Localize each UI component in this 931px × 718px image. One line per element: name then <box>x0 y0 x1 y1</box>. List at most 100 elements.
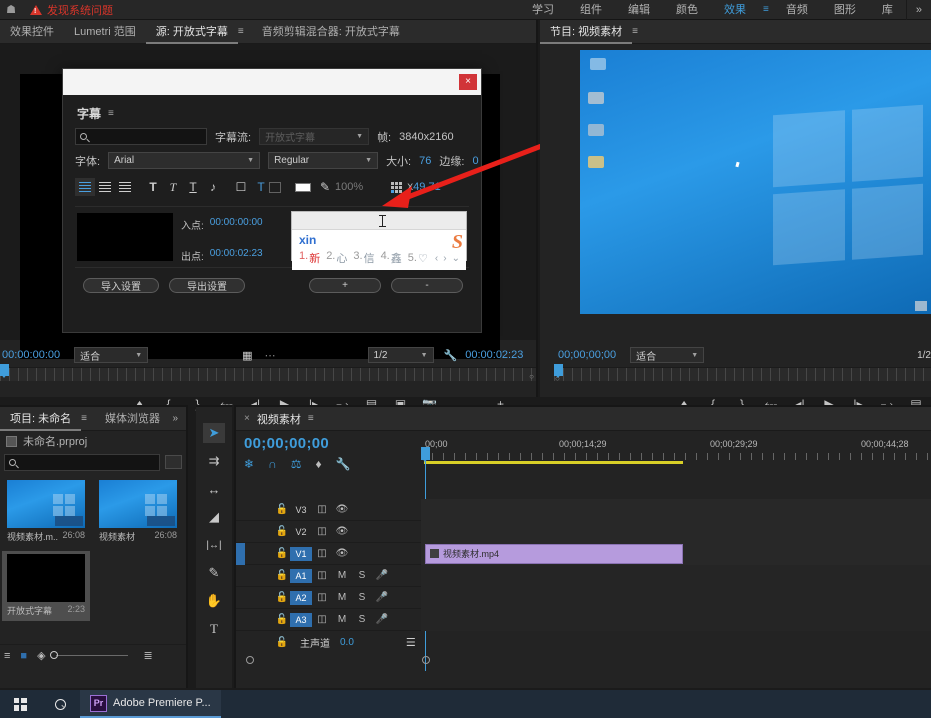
program-zoom-value[interactable]: 1/2 <box>917 350 931 361</box>
caption-text-editor[interactable]: S xin 1. 新 2. 心 <box>291 211 467 261</box>
workspace-menu-icon[interactable]: ≡ <box>759 4 773 15</box>
system-warning[interactable]: 发现系统问题 <box>30 2 113 18</box>
ime-prev-page-icon[interactable]: ‹ <box>435 253 438 264</box>
track-name-a2[interactable]: A2 <box>290 591 312 605</box>
workspace-tab-xuexi[interactable]: 学习 <box>519 0 567 20</box>
list-view-icon[interactable]: ≡ <box>4 650 10 662</box>
out-point-time[interactable]: 00:00:02:23 <box>210 248 263 263</box>
ime-candidate-2[interactable]: 2. 心 <box>326 250 347 266</box>
remove-caption-button[interactable]: - <box>391 278 463 293</box>
track-header-a1[interactable]: 🔓 A1 ◫ M S 🎤 <box>236 565 421 587</box>
drag-handle-icon[interactable]: ⋯ <box>265 349 276 362</box>
align-right-icon[interactable] <box>115 178 135 196</box>
workspace-tab-yinpin[interactable]: 音频 <box>773 0 821 20</box>
track-body-v3[interactable] <box>421 499 931 521</box>
caption-search-input[interactable] <box>75 128 207 145</box>
type-tool[interactable]: T <box>203 619 225 639</box>
zoom-slider[interactable] <box>56 655 128 656</box>
program-scroll-knob[interactable]: ○ <box>555 374 560 383</box>
sync-lock-icon[interactable]: ◫ <box>312 504 332 515</box>
track-header-v1[interactable]: 🔓 V1 ◫ 👁 <box>236 543 421 565</box>
timeline-menu-icon[interactable]: ≡ <box>308 413 322 424</box>
freeform-view-icon[interactable]: ◈ <box>37 649 45 662</box>
marker-icon[interactable]: ♦ <box>315 457 321 471</box>
work-area-bar[interactable] <box>424 461 683 464</box>
snap-icon[interactable]: ∩ <box>268 457 277 471</box>
master-meter-icon[interactable]: ☰ <box>406 636 416 649</box>
project-overflow-icon[interactable]: » <box>172 413 186 424</box>
caption-panel-menu-icon[interactable]: ≡ <box>108 108 114 119</box>
track-body-a2[interactable] <box>421 587 931 609</box>
wrench-icon[interactable]: 🔧 <box>444 349 458 362</box>
lock-icon[interactable]: 🔓 <box>274 592 290 603</box>
caption-clip-thumbnail[interactable] <box>77 213 173 261</box>
master-track-value[interactable]: 0.0 <box>340 637 354 648</box>
workspace-tab-bianji[interactable]: 编辑 <box>615 0 663 20</box>
search-icon[interactable] <box>40 699 80 710</box>
track-select-tool[interactable]: ⇉ <box>203 451 225 471</box>
track-body-a1[interactable] <box>421 565 931 587</box>
tab-effect-controls[interactable]: 效果控件 <box>0 20 64 44</box>
close-icon[interactable]: × <box>244 413 250 424</box>
source-panel-menu-icon[interactable]: ≡ <box>238 26 252 37</box>
program-video-area[interactable] <box>580 50 931 314</box>
voiceover-icon[interactable]: 🎤 <box>372 592 392 603</box>
tab-lumetri-scopes[interactable]: Lumetri 范围 <box>64 20 146 44</box>
eyedropper-icon[interactable]: ✎ <box>315 178 335 196</box>
ime-candidate-1[interactable]: 1. 新 <box>299 250 320 266</box>
track-body-a3[interactable] <box>421 609 931 631</box>
project-search-input[interactable] <box>4 454 160 471</box>
align-center-icon[interactable] <box>95 178 115 196</box>
position-value[interactable]: 49.71 <box>413 181 441 193</box>
lock-icon[interactable]: 🔓 <box>274 548 290 559</box>
solo-icon[interactable]: S <box>352 570 372 581</box>
mute-icon[interactable]: M <box>332 592 352 603</box>
lock-icon[interactable]: 🔓 <box>274 504 290 515</box>
underline-icon[interactable]: T <box>183 178 203 196</box>
track-name-v3[interactable]: V3 <box>290 503 312 517</box>
sync-lock-icon[interactable]: ◫ <box>312 570 332 581</box>
icon-view-icon[interactable]: ■ <box>20 650 27 662</box>
workspace-overflow-icon[interactable]: » <box>906 0 931 20</box>
lock-icon[interactable]: 🔓 <box>274 526 290 537</box>
workspace-tab-zujian[interactable]: 组件 <box>567 0 615 20</box>
ime-next-page-icon[interactable]: › <box>443 253 446 264</box>
import-settings-button[interactable]: 导入设置 <box>83 278 159 293</box>
project-item-video-1[interactable]: 视频素材.m.. 26:08 <box>2 477 90 547</box>
settings-wrench-icon[interactable]: 🔧 <box>336 457 351 471</box>
size-value[interactable]: 76 <box>419 155 431 167</box>
lock-icon[interactable]: 🔓 <box>274 570 290 581</box>
track-name-v1[interactable]: V1 <box>290 547 312 561</box>
timeline-horizontal-scrollbar[interactable] <box>236 656 931 666</box>
track-header-a2[interactable]: 🔓 A2 ◫ M S 🎤 <box>236 587 421 609</box>
project-panel-menu-icon[interactable]: ≡ <box>81 413 95 424</box>
track-header-v3[interactable]: 🔓 V3 ◫ 👁 <box>236 499 421 521</box>
source-zoom-select[interactable]: 1/2 ▼ <box>368 347 434 363</box>
taskbar-app-premiere[interactable]: Pr Adobe Premiere P... <box>80 690 221 718</box>
tab-source-captions[interactable]: 源: 开放式字幕 <box>146 20 238 44</box>
project-item-caption[interactable]: 开放式字幕 2:23 <box>2 551 90 621</box>
project-item-video-2[interactable]: 视频素材 26:08 <box>94 477 182 547</box>
export-frame-icon[interactable]: ▦ <box>242 349 252 362</box>
safe-margin-grid-icon[interactable] <box>385 178 407 196</box>
selection-tool[interactable]: ➤ <box>203 423 225 443</box>
solo-icon[interactable]: S <box>352 592 372 603</box>
align-left-icon[interactable] <box>75 178 95 196</box>
eye-icon[interactable]: 👁 <box>332 526 352 537</box>
track-name-a1[interactable]: A1 <box>290 569 312 583</box>
workspace-tab-tuxing[interactable]: 图形 <box>821 0 869 20</box>
voiceover-icon[interactable]: 🎤 <box>372 570 392 581</box>
mute-icon[interactable]: M <box>332 570 352 581</box>
slip-tool[interactable]: |↔| <box>203 535 225 555</box>
tab-audio-clip-mixer[interactable]: 音频剪辑混合器: 开放式字幕 <box>252 20 410 44</box>
sync-lock-icon[interactable]: ◫ <box>312 548 332 559</box>
eye-icon[interactable]: 👁 <box>332 504 352 515</box>
program-fit-select[interactable]: 适合 ▼ <box>630 347 704 363</box>
sort-icon[interactable]: ≣ <box>144 649 153 662</box>
source-scroll-knob[interactable]: ○ <box>529 372 534 381</box>
voiceover-icon[interactable]: 🎤 <box>372 614 392 625</box>
razor-tool[interactable]: ◢ <box>203 507 225 527</box>
italic-icon[interactable]: T <box>163 178 183 196</box>
zoom-slider-knob[interactable] <box>50 651 58 659</box>
scroll-knob-right[interactable] <box>422 656 430 664</box>
